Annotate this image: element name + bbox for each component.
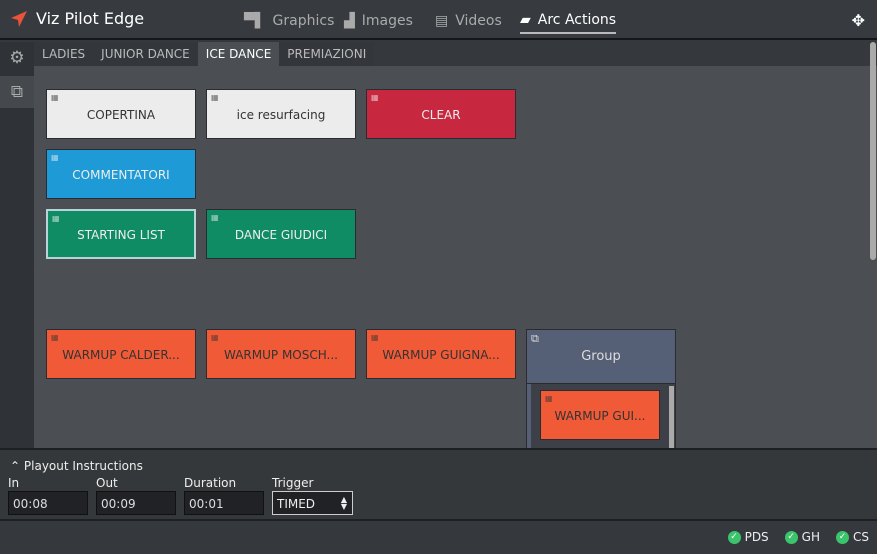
template-icon: ▦ xyxy=(371,93,379,102)
playout-toggle[interactable]: ⌃ Playout Instructions xyxy=(10,459,143,473)
graphics-icon: ▀▌ xyxy=(244,13,266,29)
trigger-select[interactable]: TIMED ▲ ▼ xyxy=(272,491,353,515)
nav-videos[interactable]: ▤ Videos xyxy=(435,8,502,34)
template-icon: ▦ xyxy=(211,93,219,102)
template-icon: ▦ xyxy=(52,214,60,223)
logo-icon xyxy=(11,11,27,27)
template-icon: ▦ xyxy=(211,213,219,222)
trigger-label: Trigger xyxy=(272,476,314,490)
sidebar: ⚙ ⧉ xyxy=(0,42,34,448)
in-field[interactable]: 00:08 xyxy=(8,491,88,515)
template-icon: ▦ xyxy=(51,333,59,342)
tab-premiazioni[interactable]: PREMIAZIONI xyxy=(279,42,375,66)
tab-ladies[interactable]: LADIES xyxy=(34,42,94,66)
template-icon: ▦ xyxy=(51,153,59,162)
playout-panel: ⌃ Playout Instructions In 00:08 Out 00:0… xyxy=(0,448,877,521)
group-icon: ⧉ xyxy=(531,332,539,345)
nav-arc-actions[interactable]: ▰ Arc Actions xyxy=(520,8,617,34)
action-clear[interactable]: ▦ CLEAR xyxy=(366,89,516,139)
chevron-up-icon: ⌃ xyxy=(10,459,21,473)
image-icon: ▟ xyxy=(344,13,355,29)
group-action-warmup-gui[interactable]: ▦ WARMUP GUI... xyxy=(540,390,660,440)
template-icon: ▦ xyxy=(211,333,219,342)
action-warmup-guigna[interactable]: ▦ WARMUP GUIGNA... xyxy=(366,329,516,379)
actions-grid: ▦ COPERTINA ▦ ice resurfacing ▦ CLEAR ▦ COMM… xyxy=(34,66,877,448)
status-gh: ✓ GH xyxy=(784,530,820,544)
action-warmup-calder[interactable]: ▦ WARMUP CALDER... xyxy=(46,329,196,379)
duration-label: Duration xyxy=(184,476,237,490)
updown-icon: ▲ ▼ xyxy=(340,495,347,511)
group-scrollbar[interactable] xyxy=(669,386,674,448)
template-icon: ▦ xyxy=(371,333,379,342)
arc-actions-icon: ▰ xyxy=(520,12,531,28)
action-copertina[interactable]: ▦ COPERTINA xyxy=(46,89,196,139)
out-field[interactable]: 00:09 xyxy=(96,491,176,515)
settings-icon[interactable]: ⚙ xyxy=(0,42,34,74)
template-icon: ▦ xyxy=(51,93,59,102)
app-title: Viz Pilot Edge xyxy=(36,9,145,28)
film-icon: ▤ xyxy=(435,13,449,29)
tab-bar: LADIES JUNIOR DANCE ICE DANCE PREMIAZION… xyxy=(34,42,375,66)
group-header[interactable]: ⧉ Group xyxy=(527,330,675,384)
group-layout-icon[interactable]: ⧉ xyxy=(0,76,34,108)
action-commentatori[interactable]: ▦ COMMENTATORI xyxy=(46,149,196,199)
in-label: In xyxy=(8,476,20,490)
action-group: ⧉ Group ▦ WARMUP GUI... xyxy=(526,329,676,448)
check-icon: ✓ xyxy=(727,530,741,544)
status-pds: ✓ PDS xyxy=(727,530,769,544)
nav-graphics[interactable]: ▀▌ Graphics xyxy=(244,8,334,34)
move-icon[interactable]: ✥ xyxy=(852,11,865,30)
action-ice-resurfacing[interactable]: ▦ ice resurfacing xyxy=(206,89,356,139)
duration-field[interactable]: 00:01 xyxy=(184,491,264,515)
action-starting-list[interactable]: ▦ STARTING LIST xyxy=(46,209,196,259)
nav-images[interactable]: ▟ Images xyxy=(344,8,413,34)
check-icon: ✓ xyxy=(784,530,798,544)
tab-junior-dance[interactable]: JUNIOR DANCE xyxy=(93,42,198,66)
status-bar: ✓ PDS ✓ GH ✓ CS xyxy=(727,530,869,544)
check-icon: ✓ xyxy=(836,530,849,544)
out-label: Out xyxy=(96,476,118,490)
tab-ice-dance[interactable]: ICE DANCE xyxy=(197,42,280,66)
header: Viz Pilot Edge ▀▌ Graphics ▟ Images ▤ Video… xyxy=(0,0,877,40)
content-scrollbar[interactable] xyxy=(870,42,876,260)
action-dance-giudici[interactable]: ▦ DANCE GIUDICI xyxy=(206,209,356,259)
action-warmup-mosch[interactable]: ▦ WARMUP MOSCH... xyxy=(206,329,356,379)
template-icon: ▦ xyxy=(545,394,553,403)
status-cs: ✓ CS xyxy=(836,530,869,544)
